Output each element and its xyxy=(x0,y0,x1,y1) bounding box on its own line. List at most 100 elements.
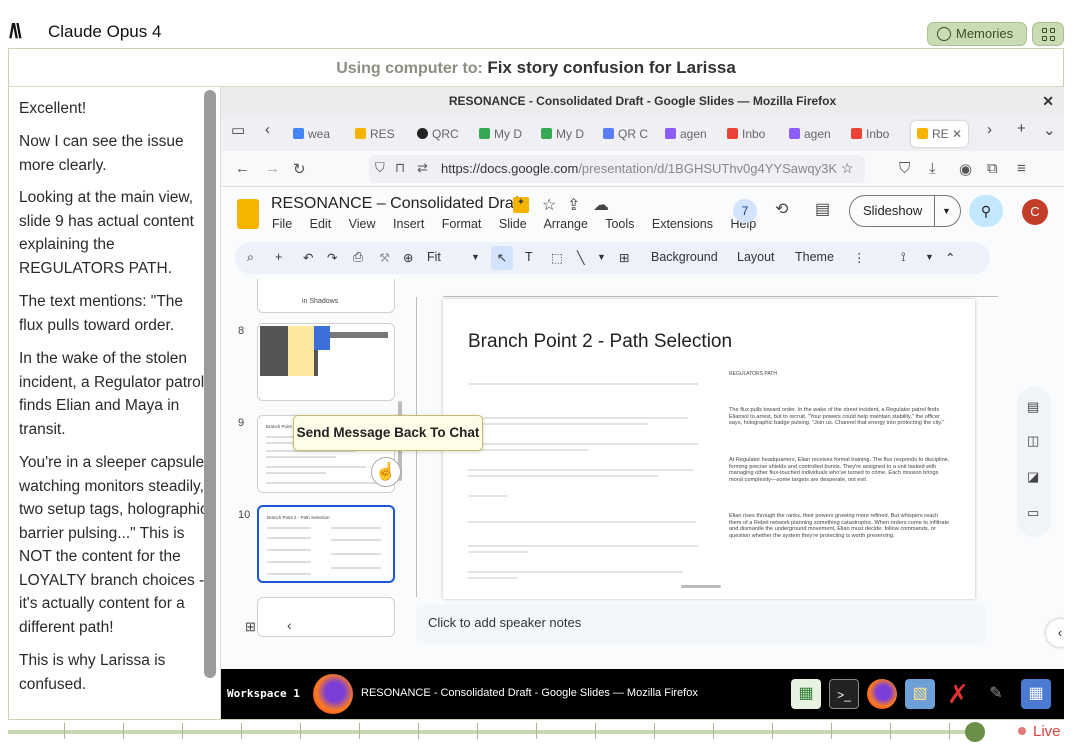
shield-icon[interactable]: ⛉ xyxy=(375,160,385,176)
share-button[interactable]: ⚲ xyxy=(969,195,1003,227)
session-timeline[interactable] xyxy=(8,723,974,739)
forward-icon[interactable]: → xyxy=(265,160,280,177)
menu-insert[interactable]: Insert xyxy=(393,217,424,231)
spreadsheet-icon[interactable]: ▦ xyxy=(791,679,821,709)
contacts-icon[interactable]: ◪ xyxy=(1027,469,1039,485)
browser-tab[interactable]: agen xyxy=(665,121,707,147)
tab-list-icon[interactable]: ▭ xyxy=(231,121,245,139)
pdf-icon[interactable]: ✗ xyxy=(943,679,973,709)
slide-title[interactable]: Branch Point 2 - Path Selection xyxy=(468,331,732,353)
redo-icon[interactable]: ↷ xyxy=(327,250,337,265)
slide-thumbnail[interactable] xyxy=(257,597,395,637)
live-indicator[interactable]: Live xyxy=(1018,723,1061,740)
menu-view[interactable]: View xyxy=(349,217,376,231)
extensions-icon[interactable]: ⧉ xyxy=(987,160,998,177)
folder-icon[interactable]: ▭ xyxy=(1027,505,1039,521)
firefox-icon[interactable] xyxy=(313,674,353,714)
image-viewer-icon[interactable]: ▧ xyxy=(905,679,935,709)
history-icon[interactable]: ⟲ xyxy=(775,199,788,219)
search-icon[interactable]: ⌕ xyxy=(247,250,254,265)
select-cursor-icon[interactable]: ↖ xyxy=(491,246,513,270)
horizontal-ruler[interactable] xyxy=(443,287,998,297)
menu-file[interactable]: File xyxy=(272,217,292,231)
menu-slide[interactable]: Slide xyxy=(499,217,527,231)
theme-button[interactable]: Theme xyxy=(795,250,834,264)
collaborator-count[interactable]: 7 xyxy=(733,199,757,223)
firefox-icon[interactable] xyxy=(867,679,897,709)
close-icon[interactable]: ✕ xyxy=(1042,87,1054,115)
zoom-caret-icon[interactable]: ▼ xyxy=(471,252,480,262)
resize-handle[interactable] xyxy=(681,585,721,588)
caret-down-icon[interactable]: ▼ xyxy=(942,196,951,226)
download-icon[interactable]: ⤓ xyxy=(929,160,936,177)
bookmark-star-icon[interactable]: ☆ xyxy=(841,160,854,177)
browser-tab[interactable]: Inbo xyxy=(727,121,765,147)
account-icon[interactable]: ◉ xyxy=(959,160,972,178)
slide-canvas[interactable]: Branch Point 2 - Path Selection REGULATO… xyxy=(443,299,975,599)
avatar[interactable]: C xyxy=(1022,199,1048,225)
text-box-icon[interactable]: T xyxy=(525,250,533,264)
slide-paragraph[interactable]: The flux pulls toward order. In the wake… xyxy=(729,407,951,427)
new-slide-icon[interactable]: + xyxy=(275,250,282,264)
layout-button[interactable]: Layout xyxy=(737,250,775,264)
back-icon[interactable]: ← xyxy=(235,160,250,177)
menu-format[interactable]: Format xyxy=(442,217,482,231)
url-text[interactable]: https://docs.google.com/presentation/d/1… xyxy=(441,161,837,176)
collapse-filmstrip-icon[interactable]: ‹ xyxy=(287,617,292,633)
text-editor-icon[interactable]: ✎ xyxy=(981,679,1011,709)
timeline-scrubber[interactable] xyxy=(965,722,985,742)
slide-thumbnail[interactable] xyxy=(257,323,395,401)
menu-icon[interactable]: ≡ xyxy=(1017,160,1026,177)
undo-icon[interactable]: ↶ xyxy=(303,250,313,265)
browser-tab[interactable]: QRC xyxy=(417,121,459,147)
browser-tab[interactable]: My D xyxy=(541,121,584,147)
permissions-icon[interactable]: ⇄ xyxy=(417,160,428,176)
tab-scroll-left-icon[interactable]: ‹ xyxy=(265,121,270,138)
browser-tab[interactable]: Inbo xyxy=(851,121,889,147)
terminal-icon[interactable]: >_ xyxy=(829,679,859,709)
lock-icon[interactable]: ⊓ xyxy=(395,160,405,176)
browser-tab[interactable]: RES xyxy=(355,121,395,147)
chat-panel[interactable]: Excellent! Now I can see the issue more … xyxy=(9,87,221,719)
dock-window-title[interactable]: RESONANCE - Consolidated Draft - Google … xyxy=(361,687,698,699)
grid-view-icon[interactable]: ⊞ xyxy=(245,619,256,635)
background-button[interactable]: Background xyxy=(651,250,718,264)
collapse-icon[interactable]: ⌃ xyxy=(945,250,955,265)
add-comment-icon[interactable]: ⊞ xyxy=(619,250,629,265)
zoom-select[interactable]: Fit xyxy=(427,250,441,264)
line-caret-icon[interactable]: ▼ xyxy=(597,252,606,262)
browser-tab[interactable]: agen xyxy=(789,121,831,147)
slide-paragraph[interactable]: At Regulator headquarters, Elian receive… xyxy=(729,457,951,483)
move-icon[interactable]: ⇪ xyxy=(567,195,580,215)
expand-side-panel-icon[interactable]: ‹ xyxy=(1046,619,1064,647)
speaker-notes[interactable]: Click to add speaker notes xyxy=(416,604,986,644)
pocket-icon[interactable]: ⛉ xyxy=(899,160,910,177)
browser-tab[interactable]: QR C xyxy=(603,121,648,147)
right-column-heading[interactable]: REGULATORS PATH xyxy=(729,371,951,378)
menu-tools[interactable]: Tools xyxy=(605,217,634,231)
memories-button[interactable]: Memories xyxy=(927,22,1027,46)
menu-extensions[interactable]: Extensions xyxy=(652,217,713,231)
slide-thumbnail-selected[interactable]: Branch Point 2 - Path Selection xyxy=(257,505,395,583)
chevron-down-icon[interactable]: ⌄ xyxy=(1043,121,1056,139)
keep-icon[interactable]: ▤ xyxy=(1027,399,1039,415)
zoom-icon[interactable]: ⊕ xyxy=(403,250,413,265)
menu-edit[interactable]: Edit xyxy=(310,217,332,231)
tasks-icon[interactable]: ◫ xyxy=(1027,433,1039,449)
grid-view-button[interactable] xyxy=(1032,22,1064,46)
pen-caret-icon[interactable]: ▼ xyxy=(925,252,934,262)
slide-paragraph[interactable]: Elian rises through the ranks, their pow… xyxy=(729,513,951,539)
comment-icon[interactable]: ▤ xyxy=(815,199,830,219)
document-title[interactable]: RESONANCE – Consolidated Draft xyxy=(271,195,523,213)
tab-close-icon[interactable]: ✕ xyxy=(952,127,962,141)
browser-tab[interactable]: My D xyxy=(479,121,522,147)
slide-thumbnail[interactable]: in Shadows xyxy=(257,279,395,313)
pen-icon[interactable]: ⟟ xyxy=(901,250,906,265)
tab-scroll-right-icon[interactable]: › xyxy=(987,121,992,138)
url-bar[interactable]: ⛉ ⊓ ⇄ https://docs.google.com/presentati… xyxy=(369,155,865,183)
star-icon[interactable]: ☆ xyxy=(542,195,556,215)
browser-tab[interactable]: wea xyxy=(293,121,330,147)
slideshow-button[interactable]: Slideshow ▼ xyxy=(849,195,961,227)
menu-arrange[interactable]: Arrange xyxy=(543,217,587,231)
paint-format-icon[interactable]: ⚒ xyxy=(379,250,390,265)
